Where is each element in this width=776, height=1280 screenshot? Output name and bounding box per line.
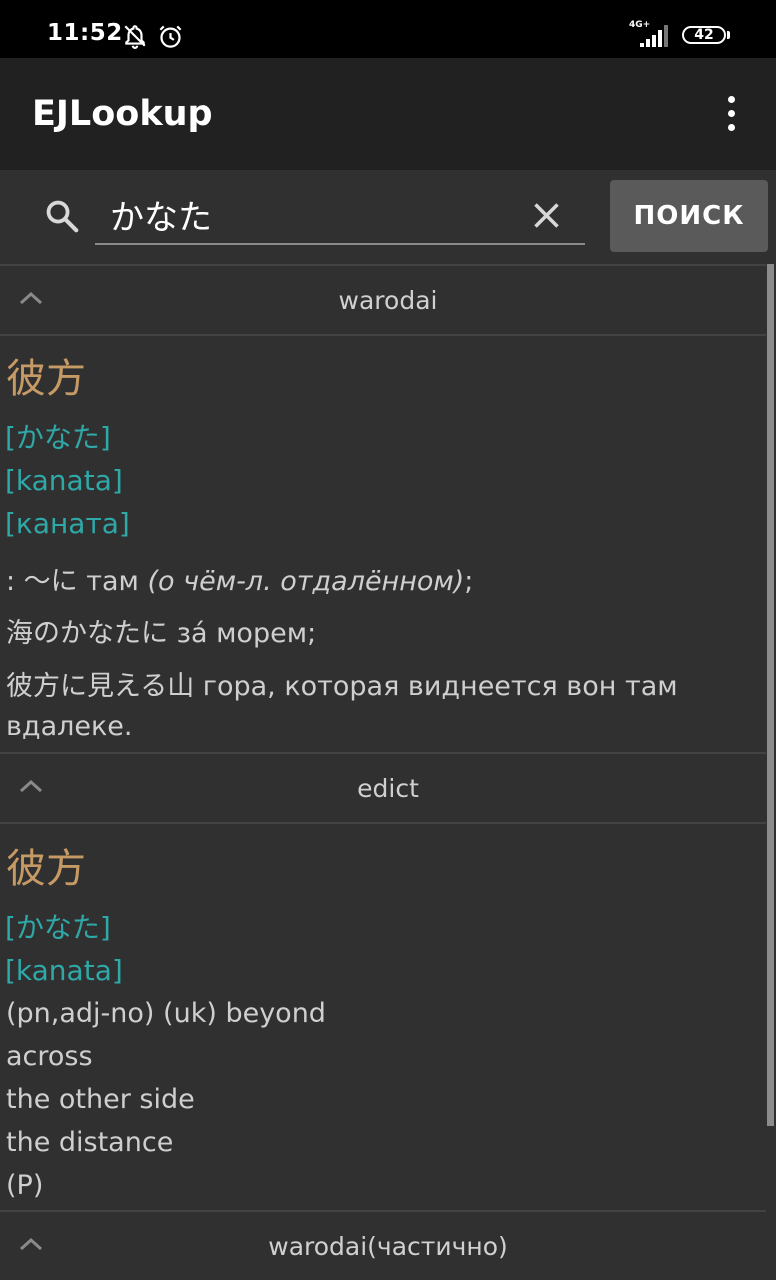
entry-reading-kana: [かなた] xyxy=(5,911,111,944)
scrollbar[interactable] xyxy=(767,264,774,1126)
section-header-edict[interactable]: edict xyxy=(0,752,766,824)
signal-icon xyxy=(640,25,672,51)
definition-line: (pn,adj-no) (uk) beyond xyxy=(6,998,326,1029)
entry-kanji: 彼方 xyxy=(6,356,86,402)
definition-line: the distance xyxy=(6,1127,174,1158)
status-bar: 11:52 4G+ 42 xyxy=(0,0,776,58)
search-icon xyxy=(43,197,81,239)
alarm-icon xyxy=(157,23,184,54)
definition-line: вдалеке. xyxy=(6,711,133,742)
definition-line: the other side xyxy=(6,1084,195,1115)
clear-icon[interactable] xyxy=(530,199,563,236)
search-button[interactable]: ПОИСК xyxy=(610,180,768,252)
entry-reading-romaji: [kanata] xyxy=(5,954,123,987)
definition-line: (P) xyxy=(6,1170,44,1201)
section-header-warodai[interactable]: warodai xyxy=(0,264,766,336)
definition-line: across xyxy=(6,1041,93,1072)
notifications-off-icon xyxy=(122,23,148,53)
entry-reading-romaji: [kanata] xyxy=(5,464,123,497)
section-header-warodai-partial[interactable]: warodai(частично) xyxy=(0,1210,766,1280)
definition-line: : 〜に там (о чём-л. отдалённом); xyxy=(6,566,474,597)
entry-reading-kana: [かなた] xyxy=(5,421,111,454)
section-title: warodai(частично) xyxy=(268,1232,508,1261)
battery-level: 42 xyxy=(694,27,714,43)
app-bar: EJLookup xyxy=(0,58,776,170)
app-title: EJLookup xyxy=(32,94,213,134)
more-vert-icon[interactable] xyxy=(716,94,748,134)
entry-kanji: 彼方 xyxy=(6,846,86,892)
section-title: edict xyxy=(357,774,419,803)
entry-reading-cyrillic: [каната] xyxy=(5,507,130,540)
status-time: 11:52 xyxy=(47,20,123,46)
battery-nub xyxy=(727,31,730,39)
section-title: warodai xyxy=(338,286,438,315)
definition-line: 彼方に見える山 гора, которая виднеется вон там xyxy=(6,671,678,702)
results-list[interactable]: warodai 彼方 [かなた] [kanata] [каната] : 〜に … xyxy=(0,264,776,1280)
search-input[interactable] xyxy=(95,185,585,245)
battery-icon: 42 xyxy=(682,26,726,44)
definition-line: 海のかなたに за́ морем; xyxy=(6,618,317,649)
